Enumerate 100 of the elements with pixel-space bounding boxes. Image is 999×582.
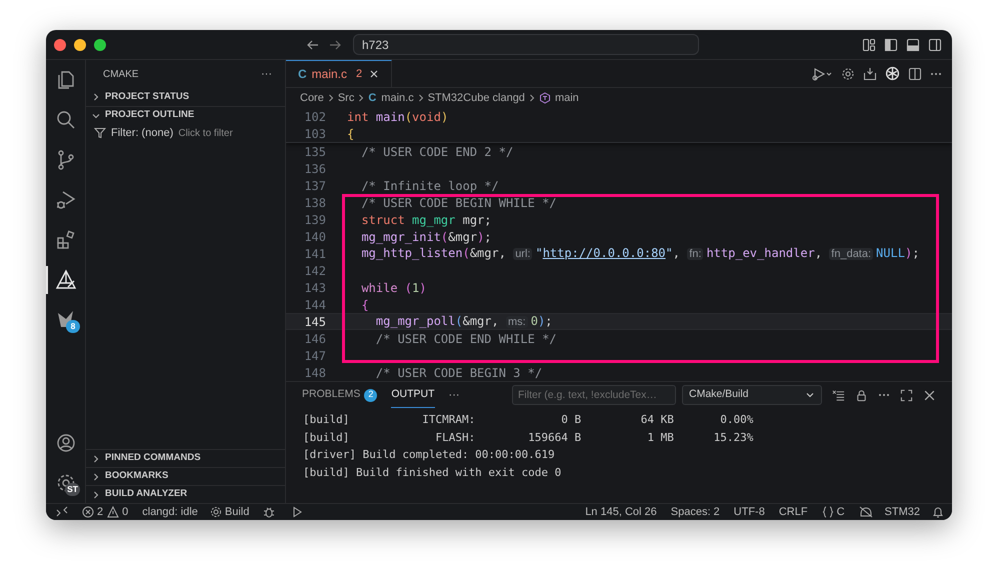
braces-icon[interactable] bbox=[822, 506, 834, 518]
blocks-icon[interactable] bbox=[54, 229, 76, 251]
indentation-status[interactable]: Spaces: 2 bbox=[670, 504, 720, 520]
gear-icon[interactable] bbox=[841, 66, 855, 80]
download-box-icon[interactable] bbox=[863, 66, 877, 80]
remote-icon[interactable] bbox=[56, 506, 68, 518]
filter-label[interactable]: Filter: (none) bbox=[111, 124, 174, 142]
error-count[interactable]: 2 bbox=[97, 504, 104, 520]
section-header[interactable]: PROJECT STATUS bbox=[105, 90, 190, 104]
play-bug-icon[interactable] bbox=[54, 189, 76, 211]
cursor-position[interactable]: Ln 145, Col 26 bbox=[585, 504, 657, 520]
warning-count[interactable]: 0 bbox=[122, 504, 128, 520]
section-header[interactable]: BOOKMARKS bbox=[105, 469, 168, 484]
run-debug-icon[interactable] bbox=[811, 66, 833, 80]
chevron-right-icon bbox=[528, 93, 536, 103]
breadcrumb-item[interactable]: Src bbox=[338, 90, 354, 106]
split-editor-icon[interactable] bbox=[908, 66, 922, 80]
command-center-search[interactable]: h723 bbox=[353, 34, 699, 55]
line-number: 141 bbox=[303, 246, 326, 262]
c-file-icon: C bbox=[298, 65, 307, 83]
line-number: 145 bbox=[303, 314, 326, 330]
panel-toggle-icon[interactable] bbox=[906, 38, 920, 52]
secondary-sidebar-icon[interactable] bbox=[928, 38, 942, 52]
language-mode[interactable]: C bbox=[836, 504, 845, 520]
play-icon[interactable] bbox=[291, 506, 304, 518]
close-window-button[interactable] bbox=[54, 38, 66, 50]
triangle-wrench-icon[interactable] bbox=[54, 269, 76, 291]
chevron-down-icon bbox=[805, 390, 815, 400]
output-line: [build] FLASH: 159664 B 1 MB 15.23% bbox=[303, 430, 754, 446]
count-badge: ST bbox=[65, 483, 80, 496]
maximize-icon[interactable] bbox=[900, 388, 913, 402]
code-line: mg_http_listen(&mgr, url: "http://0.0.0.0:80", fn: http_ev_handler, fn_data: NULL); bbox=[360, 245, 920, 262]
line-number: 146 bbox=[303, 330, 326, 348]
line-number: 140 bbox=[303, 228, 326, 246]
code-line: /* USER CODE BEGIN WHILE */ bbox=[360, 194, 557, 212]
panel-tab[interactable]: PROBLEMS 2 bbox=[302, 382, 378, 408]
more-button[interactable]: ··· bbox=[261, 66, 272, 82]
breadcrumb-item[interactable]: STM32Cube clangd bbox=[428, 90, 525, 106]
board-status[interactable]: STM32 bbox=[884, 504, 920, 520]
bug-icon[interactable] bbox=[263, 506, 276, 518]
forward-arrow-icon[interactable] bbox=[328, 38, 342, 52]
line-number: 147 bbox=[303, 348, 326, 364]
line-number: 142 bbox=[303, 262, 326, 280]
error-icon[interactable] bbox=[82, 506, 94, 518]
lock-icon[interactable] bbox=[855, 388, 868, 402]
build-button[interactable]: Build bbox=[224, 504, 250, 520]
language-server-status[interactable]: clangd: idle bbox=[142, 504, 198, 520]
count-badge: 8 bbox=[66, 320, 80, 333]
line-number: 144 bbox=[303, 296, 326, 314]
close-icon[interactable] bbox=[923, 388, 936, 402]
cube-icon bbox=[538, 92, 551, 104]
breadcrumb-item[interactable]: Core bbox=[300, 90, 324, 106]
breadcrumb-item[interactable]: main bbox=[554, 90, 579, 106]
breadcrumb-item[interactable]: main.c bbox=[381, 90, 414, 106]
filter-icon bbox=[94, 127, 106, 139]
chevron-right-icon bbox=[416, 93, 425, 103]
chevron-right-icon bbox=[326, 93, 335, 103]
line-number: 143 bbox=[303, 280, 326, 296]
code-line: struct mg_mgr mgr; bbox=[360, 212, 492, 228]
clear-list-icon[interactable] bbox=[832, 388, 845, 402]
minimize-window-button[interactable] bbox=[74, 38, 86, 50]
editor-tab[interactable]: C main.c 2 bbox=[286, 60, 392, 87]
gear-icon[interactable] bbox=[210, 506, 222, 518]
code-line: while (1) bbox=[360, 280, 426, 296]
code-line: { bbox=[360, 296, 369, 314]
code-line: /* USER CODE END 2 */ bbox=[360, 144, 514, 160]
line-number: 103 bbox=[303, 126, 326, 142]
warning-icon[interactable] bbox=[107, 506, 120, 518]
channel-dropdown[interactable]: CMake/Build bbox=[682, 385, 822, 405]
filter-hint[interactable]: Click to filter bbox=[178, 126, 233, 140]
code-line: int main(void) bbox=[347, 108, 448, 126]
section-header[interactable]: PINNED COMMANDS bbox=[105, 451, 201, 466]
line-number: 148 bbox=[303, 364, 326, 381]
section-header[interactable]: PROJECT OUTLINE bbox=[105, 108, 194, 123]
sidebar-toggle-icon[interactable] bbox=[884, 38, 898, 52]
line-number: 135 bbox=[303, 144, 326, 160]
section-header[interactable]: BUILD ANALYZER bbox=[105, 487, 188, 502]
code-line: mg_mgr_init(&mgr); bbox=[360, 228, 492, 246]
encoding-status[interactable]: UTF-8 bbox=[734, 504, 765, 520]
account-icon[interactable] bbox=[54, 432, 76, 454]
search-icon[interactable] bbox=[54, 109, 76, 131]
code-line: { bbox=[347, 126, 354, 142]
panel-tab[interactable]: OUTPUT bbox=[391, 382, 435, 408]
more-button[interactable]: ··· bbox=[448, 386, 460, 404]
line-number: 139 bbox=[303, 212, 326, 228]
line-number: 138 bbox=[303, 194, 326, 212]
more-icon[interactable] bbox=[930, 72, 942, 76]
filter-field[interactable]: Filter (e.g. text, !excludeTex… bbox=[512, 385, 676, 405]
line-ending-status[interactable]: CRLF bbox=[778, 504, 808, 520]
back-arrow-icon[interactable] bbox=[306, 38, 320, 52]
close-icon[interactable] bbox=[369, 69, 380, 79]
output-line: [build] Build finished with exit code 0 bbox=[303, 464, 562, 480]
layout-grid-icon[interactable] bbox=[862, 38, 876, 52]
more-icon[interactable] bbox=[878, 393, 890, 397]
sidebar-title: CMAKE bbox=[103, 68, 139, 82]
code-line: /* USER CODE END WHILE */ bbox=[374, 330, 557, 348]
bell-icon[interactable] bbox=[932, 506, 944, 518]
code-line: /* Infinite loop */ bbox=[360, 178, 499, 194]
zoom-window-button[interactable] bbox=[94, 38, 106, 50]
line-number: 137 bbox=[303, 178, 326, 194]
